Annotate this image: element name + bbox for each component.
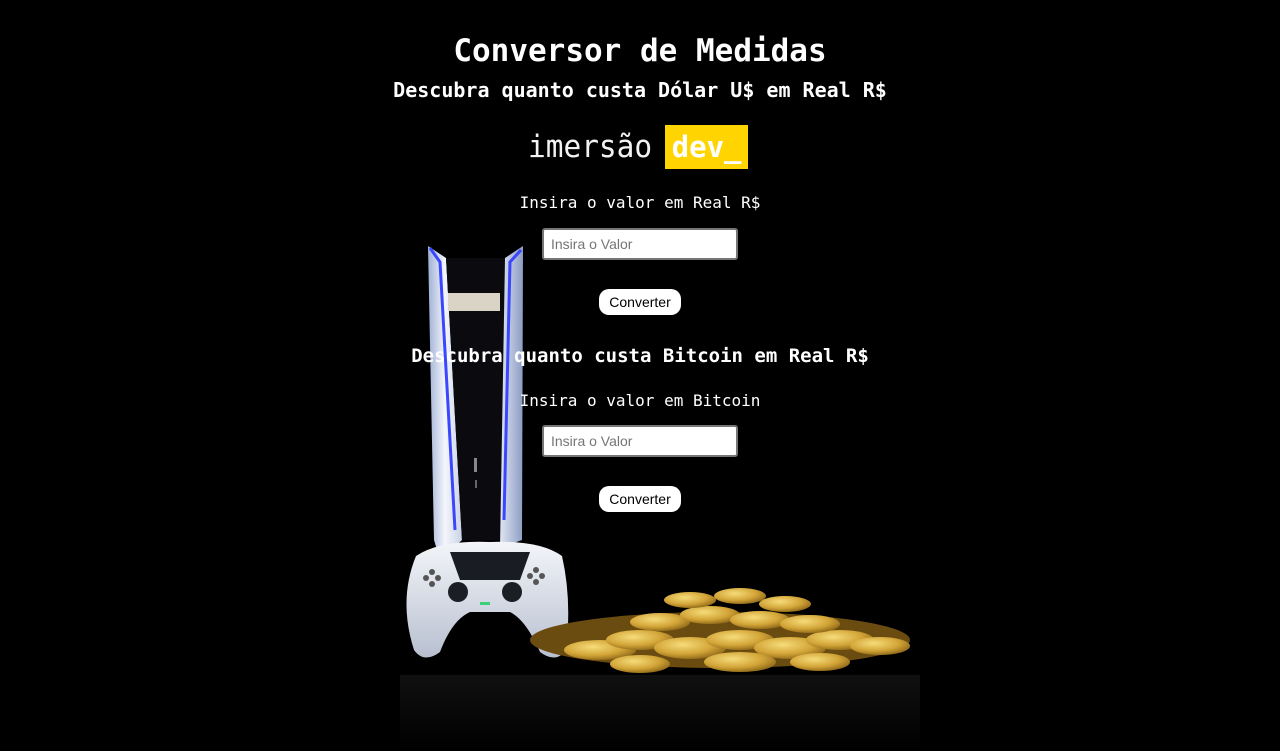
bitcoin-value-input[interactable] bbox=[542, 425, 738, 457]
background-illustration bbox=[400, 246, 920, 751]
dollar-input-label: Insira o valor em Real R$ bbox=[519, 193, 761, 212]
logo-word: imersão bbox=[528, 129, 653, 165]
gold-coins-icon bbox=[530, 588, 910, 673]
bitcoin-heading: Descubra quanto custa Bitcoin em Real R$ bbox=[411, 345, 869, 367]
convert-bitcoin-button[interactable]: Converter bbox=[599, 486, 681, 512]
logo-highlight: dev_ bbox=[664, 125, 748, 169]
imersao-dev-logo: imersão dev_ bbox=[528, 125, 748, 169]
page-title: Conversor de Medidas bbox=[453, 33, 827, 69]
real-value-input[interactable] bbox=[542, 228, 738, 260]
bitcoin-input-label: Insira o valor em Bitcoin bbox=[519, 391, 761, 410]
dollar-subtitle: Descubra quanto custa Dólar U$ em Real R… bbox=[393, 78, 887, 102]
convert-dollar-button[interactable]: Converter bbox=[599, 289, 681, 315]
